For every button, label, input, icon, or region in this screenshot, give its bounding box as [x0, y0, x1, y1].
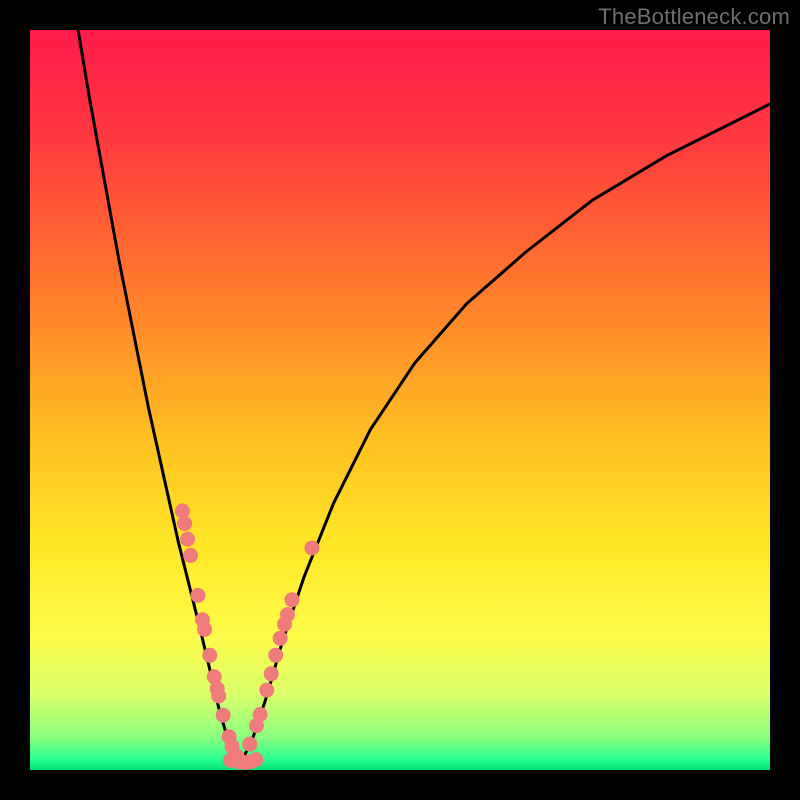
scatter-dot: [264, 666, 279, 681]
scatter-dot: [304, 541, 319, 556]
scatter-dot: [175, 504, 190, 519]
scatter-dot: [259, 683, 274, 698]
bottleneck-chart: [30, 30, 770, 770]
scatter-dot: [177, 516, 192, 531]
gradient-background: [30, 30, 770, 770]
scatter-dot: [273, 631, 288, 646]
scatter-dot: [242, 737, 257, 752]
scatter-dot: [180, 532, 195, 547]
scatter-dot: [216, 708, 231, 723]
scatter-dot: [268, 648, 283, 663]
scatter-dot: [253, 707, 268, 722]
scatter-dot: [190, 588, 205, 603]
scatter-dot: [248, 752, 263, 767]
scatter-dot: [195, 612, 210, 627]
scatter-dot: [280, 607, 295, 622]
scatter-dot: [183, 548, 198, 563]
scatter-dot: [202, 648, 217, 663]
scatter-dot: [211, 689, 226, 704]
watermark-text: TheBottleneck.com: [598, 4, 790, 30]
chart-frame: [30, 30, 770, 770]
scatter-dot: [284, 592, 299, 607]
